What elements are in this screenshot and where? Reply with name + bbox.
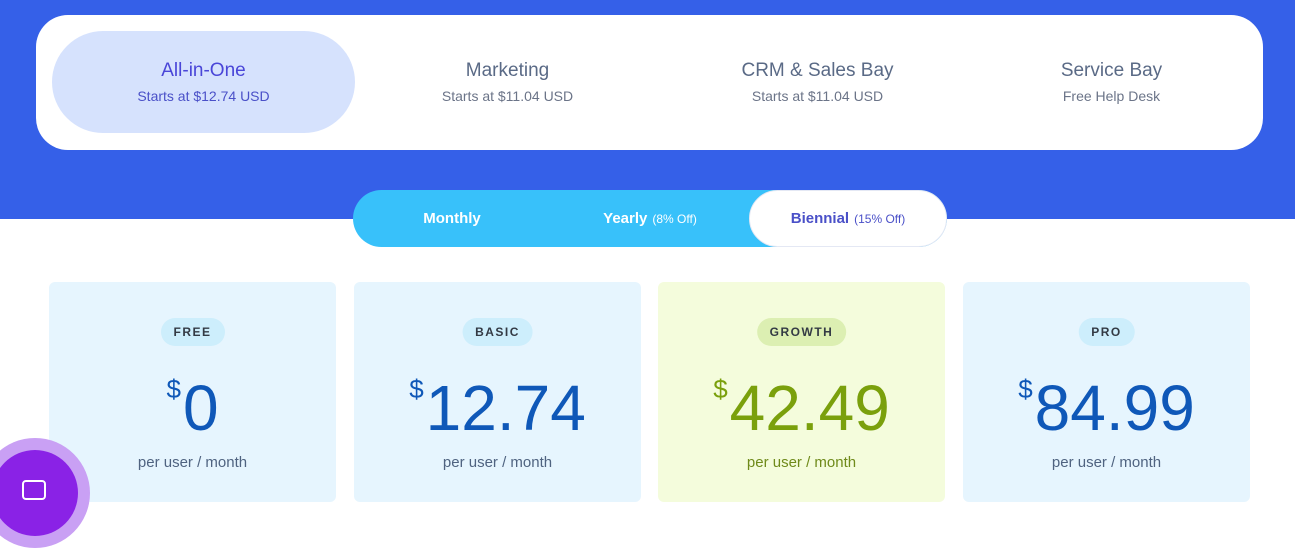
tab-subtitle: Starts at $12.74 USD: [137, 88, 270, 104]
currency-symbol: $: [1018, 374, 1033, 404]
chat-icon: [22, 480, 46, 500]
tab-title: CRM & Sales Bay: [741, 60, 894, 81]
plan-badge: FREE: [160, 318, 225, 346]
billing-label: Monthly: [423, 210, 481, 227]
billing-biennial-option[interactable]: Biennial (15% Off): [749, 190, 947, 247]
billing-label: Yearly: [603, 210, 648, 227]
tab-service-bay[interactable]: Service Bay Free Help Desk: [960, 31, 1263, 133]
plan-price: $12.74: [354, 370, 641, 446]
plan-card-pro: PRO $84.99 per user / month: [963, 282, 1250, 502]
plan-period: per user / month: [1051, 454, 1162, 471]
plan-card-growth: GROWTH $42.49 per user / month: [658, 282, 945, 502]
plan-period: per user / month: [746, 454, 857, 471]
tab-subtitle: Starts at $11.04 USD: [441, 88, 574, 104]
tab-title: Service Bay: [1060, 60, 1163, 81]
tab-marketing[interactable]: Marketing Starts at $11.04 USD: [356, 31, 659, 133]
currency-symbol: $: [713, 374, 728, 404]
plan-badge: BASIC: [462, 318, 533, 346]
price-amount: 12.74: [425, 372, 586, 444]
billing-monthly-option[interactable]: Monthly: [353, 190, 551, 247]
plan-card-free: FREE $0 per user / month: [49, 282, 336, 502]
price-amount: 84.99: [1034, 372, 1195, 444]
price-amount: 42.49: [729, 372, 890, 444]
plan-price: $84.99: [963, 370, 1250, 446]
plan-period: per user / month: [137, 454, 248, 471]
billing-yearly-option[interactable]: Yearly (8% Off): [551, 190, 749, 247]
tab-subtitle: Free Help Desk: [1062, 88, 1161, 104]
tab-crm-sales-bay[interactable]: CRM & Sales Bay Starts at $11.04 USD: [666, 31, 969, 133]
plan-badge: PRO: [1078, 318, 1135, 346]
tab-title: Marketing: [465, 60, 550, 81]
plan-price: $0: [49, 370, 336, 446]
tab-all-in-one[interactable]: All-in-One Starts at $12.74 USD: [52, 31, 355, 133]
tab-title: All-in-One: [161, 60, 246, 81]
plan-price: $42.49: [658, 370, 945, 446]
billing-discount: (8% Off): [652, 211, 697, 226]
currency-symbol: $: [166, 374, 181, 404]
currency-symbol: $: [409, 374, 424, 404]
tab-subtitle: Starts at $11.04 USD: [751, 88, 884, 104]
billing-label: Biennial: [790, 210, 850, 227]
plan-card-basic: BASIC $12.74 per user / month: [354, 282, 641, 502]
billing-discount: (15% Off): [854, 211, 906, 226]
billing-toggle: Monthly Yearly (8% Off) Biennial (15% Of…: [353, 190, 947, 247]
plan-badge: GROWTH: [756, 318, 847, 346]
price-amount: 0: [182, 372, 219, 444]
plan-period: per user / month: [442, 454, 553, 471]
product-tabs: All-in-One Starts at $12.74 USD Marketin…: [36, 15, 1263, 150]
